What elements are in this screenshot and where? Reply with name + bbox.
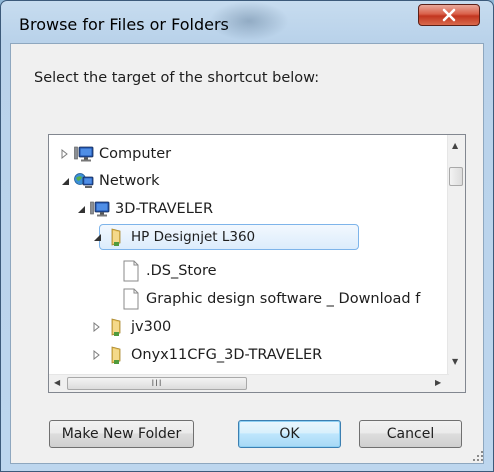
expand-arrow-icon[interactable] xyxy=(59,148,71,160)
window-title: Browse for Files or Folders xyxy=(19,15,229,34)
scroll-grip: III xyxy=(151,378,163,389)
shared-folder-icon xyxy=(106,317,126,337)
resize-grip-icon[interactable] xyxy=(472,450,484,462)
horizontal-scrollbar[interactable]: ◀ III ▶ xyxy=(49,374,449,392)
prompt-text: Select the target of the shortcut below: xyxy=(34,70,320,86)
tree-item-label: Network xyxy=(99,173,160,189)
collapse-arrow-icon[interactable] xyxy=(91,231,103,243)
file-icon xyxy=(121,288,141,310)
collapse-arrow-icon[interactable] xyxy=(75,203,87,215)
scroll-left-icon[interactable]: ◀ xyxy=(54,378,60,387)
button-label: Cancel xyxy=(386,426,435,442)
button-label: Make New Folder xyxy=(61,426,182,442)
tree-item-hp-designjet[interactable]: HP Designjet L360 xyxy=(91,226,255,248)
tree-item-label: jv300 xyxy=(131,319,172,335)
collapse-arrow-icon[interactable] xyxy=(59,175,71,187)
tree-item-graphic-design[interactable]: Graphic design software _ Download f xyxy=(121,288,420,310)
network-icon xyxy=(74,171,94,191)
scrollbar-corner xyxy=(448,375,465,392)
vertical-scrollbar[interactable]: ▲ ▼ xyxy=(447,135,465,375)
tree-item-label: HP Designjet L360 xyxy=(131,229,256,245)
tree-item-label: Onyx11CFG_3D-TRAVELER xyxy=(131,347,323,363)
tree-item-label: .DS_Store xyxy=(146,263,217,279)
horizontal-scroll-thumb[interactable]: III xyxy=(67,377,247,390)
title-bar[interactable]: Browse for Files or Folders xyxy=(1,1,493,41)
scroll-down-icon[interactable]: ▼ xyxy=(452,357,458,366)
tree-item-label: 3D-TRAVELER xyxy=(115,201,214,217)
tree-item-label: Computer xyxy=(99,146,172,162)
tree-item-ds-store[interactable]: .DS_Store xyxy=(121,260,217,282)
cancel-button[interactable]: Cancel xyxy=(359,420,462,448)
shared-folder-icon xyxy=(106,227,126,247)
folder-tree[interactable]: Computer Network 3D-TRAVELER HP Designje… xyxy=(48,134,466,393)
ok-button[interactable]: OK xyxy=(238,420,341,448)
shared-folder-icon xyxy=(106,345,126,365)
scroll-up-icon[interactable]: ▲ xyxy=(452,141,458,150)
expand-arrow-icon[interactable] xyxy=(91,349,103,361)
scroll-right-icon[interactable]: ▶ xyxy=(435,378,441,387)
computer-icon xyxy=(74,144,94,164)
expand-arrow-icon[interactable] xyxy=(91,321,103,333)
title-bar-glow xyxy=(209,1,289,41)
computer-icon xyxy=(90,199,110,219)
file-icon xyxy=(121,260,141,282)
button-label: OK xyxy=(279,426,300,442)
tree-item-computer[interactable]: Computer xyxy=(59,143,171,165)
close-button[interactable] xyxy=(418,4,480,26)
tree-item-3d-traveler[interactable]: 3D-TRAVELER xyxy=(75,198,213,220)
tree-item-jv300[interactable]: jv300 xyxy=(91,316,171,338)
tree-item-onyx11cfg[interactable]: Onyx11CFG_3D-TRAVELER xyxy=(91,344,322,366)
vertical-scroll-thumb[interactable] xyxy=(449,167,463,186)
make-new-folder-button[interactable]: Make New Folder xyxy=(49,420,194,448)
tree-item-label: Graphic design software _ Download f xyxy=(146,291,421,307)
close-icon xyxy=(442,8,456,22)
tree-item-network[interactable]: Network xyxy=(59,170,160,192)
